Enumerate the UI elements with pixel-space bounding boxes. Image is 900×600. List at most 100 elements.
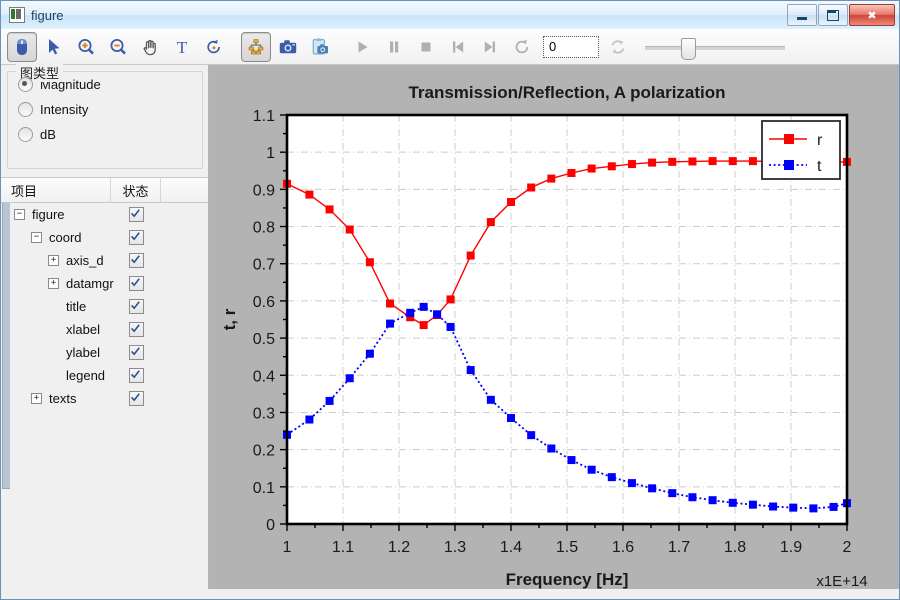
- frame-number-input[interactable]: 0: [543, 36, 599, 58]
- minimize-button[interactable]: [787, 4, 817, 26]
- x-axis-multiplier: x1E+14: [816, 573, 867, 590]
- tree-expander-figure-icon[interactable]: −: [14, 209, 25, 220]
- data-point-r: [420, 321, 428, 329]
- tree-row-ylabel[interactable]: ylabel: [10, 341, 208, 364]
- x-tick-label: 2: [843, 539, 852, 556]
- y-axis-label: t, r: [220, 308, 239, 330]
- data-point-t: [406, 309, 414, 317]
- select-arrow-tool[interactable]: [39, 32, 69, 62]
- sync-arrows-icon: [608, 37, 628, 57]
- sidebar-scrollbar[interactable]: [1, 177, 10, 599]
- y-tick-label: 0.7: [253, 257, 275, 274]
- window-title: figure: [31, 8, 64, 23]
- tree-row-title[interactable]: title: [10, 295, 208, 318]
- text-tool[interactable]: T: [167, 32, 197, 62]
- main-toolbar: T: [1, 29, 899, 65]
- tree-checkbox-texts[interactable]: [129, 391, 144, 406]
- radio-magnitude-icon[interactable]: [18, 77, 33, 92]
- data-point-r: [749, 157, 757, 165]
- data-point-t: [326, 397, 334, 405]
- tree-checkbox-figure[interactable]: [129, 207, 144, 222]
- stop-button[interactable]: [411, 32, 441, 62]
- tree-expander-coord-icon[interactable]: −: [31, 232, 42, 243]
- copy-snapshot-tool[interactable]: [305, 32, 335, 62]
- skip-forward-icon: [480, 37, 500, 57]
- y-tick-label: 0.6: [253, 294, 275, 311]
- next-frame-button[interactable]: [475, 32, 505, 62]
- pointer-mouse-tool[interactable]: [7, 32, 37, 62]
- legend-marker-r: [784, 134, 794, 144]
- maximize-icon: [827, 10, 839, 21]
- tree-header-status[interactable]: 状态: [111, 178, 161, 202]
- tree-label-texts: texts: [49, 391, 76, 406]
- x-tick-label: 1.7: [668, 539, 690, 556]
- legend-label-t: t: [817, 158, 822, 175]
- legend-box[interactable]: [762, 121, 840, 179]
- tree-checkbox-coord[interactable]: [129, 230, 144, 245]
- tree-label-title: title: [66, 299, 86, 314]
- data-point-t: [366, 350, 374, 358]
- data-point-r: [447, 295, 455, 303]
- text-t-icon: T: [172, 37, 192, 57]
- pause-button[interactable]: [379, 32, 409, 62]
- x-tick-label: 1.2: [388, 539, 410, 556]
- close-button[interactable]: ✖: [849, 4, 895, 26]
- radio-option-intensity[interactable]: Intensity: [8, 97, 202, 122]
- tree-label-coord: coord: [49, 230, 82, 245]
- y-tick-label: 0.9: [253, 182, 275, 199]
- scene-graph-tool[interactable]: [241, 32, 271, 62]
- slider-handle[interactable]: [681, 38, 696, 60]
- zoom-out-tool[interactable]: [103, 32, 133, 62]
- play-button[interactable]: [347, 32, 377, 62]
- loop-button[interactable]: [507, 32, 537, 62]
- tree-row-xlabel[interactable]: xlabel: [10, 318, 208, 341]
- tree-row-figure[interactable]: −figure: [10, 203, 208, 226]
- tree-checkbox-axis_d[interactable]: [129, 253, 144, 268]
- tree-expander-axis_d-icon[interactable]: +: [48, 255, 59, 266]
- radio-db-icon[interactable]: [18, 127, 33, 142]
- rotate-tool[interactable]: [199, 32, 229, 62]
- figure-plot: 11.11.21.31.41.51.61.71.81.9200.10.20.30…: [209, 65, 899, 599]
- plot-canvas[interactable]: 11.11.21.31.41.51.61.71.81.9200.10.20.30…: [209, 65, 899, 599]
- x-tick-label: 1.3: [444, 539, 466, 556]
- tree-checkbox-legend[interactable]: [129, 368, 144, 383]
- tree-expander-datamgr-icon[interactable]: +: [48, 278, 59, 289]
- tree-row-legend[interactable]: legend: [10, 364, 208, 387]
- data-point-r: [346, 226, 354, 234]
- tree-header-extra[interactable]: [161, 178, 208, 202]
- tree-row-axis_d[interactable]: + axis_d: [10, 249, 208, 272]
- y-tick-label: 1: [266, 145, 275, 162]
- radio-label-db: dB: [40, 127, 56, 142]
- data-point-r: [305, 191, 313, 199]
- data-point-t: [648, 484, 656, 492]
- data-point-t: [386, 320, 394, 328]
- radio-option-db[interactable]: dB: [8, 122, 202, 147]
- maximize-button[interactable]: [818, 4, 848, 26]
- cursor-arrow-icon: [44, 37, 64, 57]
- data-point-r: [386, 300, 394, 308]
- tree-checkbox-datamgr[interactable]: [129, 276, 144, 291]
- tree-checkbox-ylabel[interactable]: [129, 345, 144, 360]
- data-point-r: [688, 157, 696, 165]
- snapshot-tool[interactable]: [273, 32, 303, 62]
- data-point-t: [467, 366, 475, 374]
- x-tick-label: 1.1: [332, 539, 354, 556]
- tree-checkbox-xlabel[interactable]: [129, 322, 144, 337]
- tree-label-axis_d: axis_d: [66, 253, 104, 268]
- tree-expander-texts-icon[interactable]: +: [31, 393, 42, 404]
- sync-button[interactable]: [603, 32, 633, 62]
- data-point-t: [809, 504, 817, 512]
- pan-tool[interactable]: [135, 32, 165, 62]
- tree-header-item[interactable]: 项目: [1, 178, 111, 202]
- frame-slider[interactable]: [645, 36, 785, 58]
- y-tick-label: 0.8: [253, 220, 275, 237]
- tree-row-datamgr[interactable]: +datamgr: [10, 272, 208, 295]
- previous-frame-button[interactable]: [443, 32, 473, 62]
- zoom-in-tool[interactable]: [71, 32, 101, 62]
- tree-checkbox-title[interactable]: [129, 299, 144, 314]
- radio-intensity-icon[interactable]: [18, 102, 33, 117]
- tree-row-coord[interactable]: −coord: [10, 226, 208, 249]
- tree-row-texts[interactable]: + texts: [10, 387, 208, 410]
- svg-text:T: T: [177, 38, 188, 57]
- data-point-r: [527, 184, 535, 192]
